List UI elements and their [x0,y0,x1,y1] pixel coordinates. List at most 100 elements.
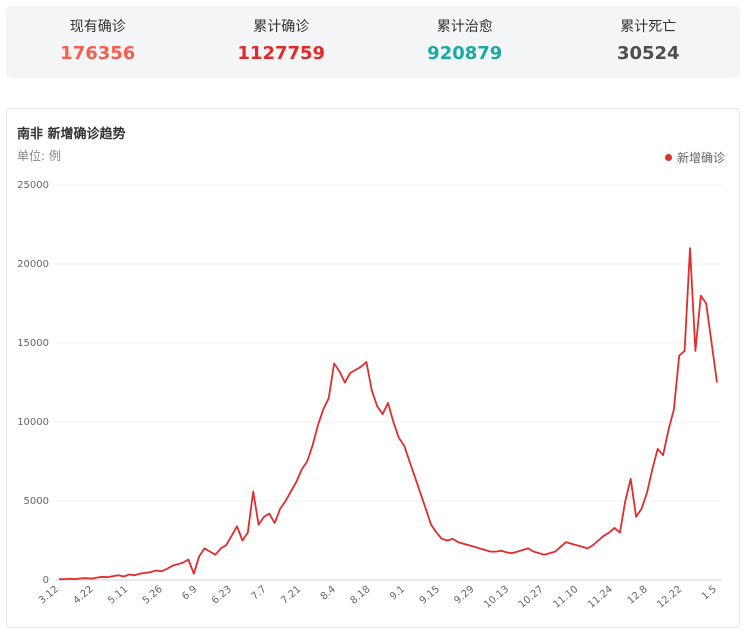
data-point[interactable] [666,428,670,432]
data-point[interactable] [656,447,660,451]
data-point[interactable] [159,569,163,573]
data-point[interactable] [391,420,395,424]
data-point[interactable] [348,371,352,375]
data-point[interactable] [213,553,217,557]
data-point[interactable] [138,572,142,576]
data-point[interactable] [289,490,293,494]
data-point[interactable] [397,436,401,440]
data-point[interactable] [73,577,77,581]
data-point[interactable] [537,551,541,555]
data-point[interactable] [645,491,649,495]
data-point[interactable] [521,548,525,552]
data-point[interactable] [381,412,385,416]
data-point[interactable] [257,523,261,527]
data-point[interactable] [586,546,590,550]
data-point[interactable] [337,369,341,373]
data-point[interactable] [699,294,703,298]
data-point[interactable] [176,562,180,566]
data-point[interactable] [505,550,509,554]
data-point[interactable] [413,475,417,479]
data-point[interactable] [149,570,153,574]
data-point[interactable] [84,576,88,580]
data-point[interactable] [715,381,719,385]
data-point[interactable] [192,572,196,576]
data-point[interactable] [208,550,212,554]
data-point[interactable] [402,444,406,448]
data-point[interactable] [639,507,643,511]
data-point[interactable] [89,577,93,581]
data-point[interactable] [294,480,298,484]
data-point[interactable] [629,477,633,481]
data-point[interactable] [634,515,638,519]
data-point[interactable] [526,546,530,550]
data-point[interactable] [515,550,519,554]
data-point[interactable] [57,577,61,581]
data-point[interactable] [693,349,697,353]
data-point[interactable] [95,576,99,580]
data-point[interactable] [370,388,374,392]
data-point[interactable] [467,543,471,547]
data-point[interactable] [488,550,492,554]
data-point[interactable] [607,531,611,535]
data-point[interactable] [704,302,708,306]
data-point[interactable] [154,569,158,573]
data-point[interactable] [305,460,309,464]
data-point[interactable] [602,534,606,538]
data-point[interactable] [375,404,379,408]
data-point[interactable] [661,453,665,457]
data-point[interactable] [240,539,244,543]
data-point[interactable] [683,349,687,353]
data-point[interactable] [143,571,147,575]
data-point[interactable] [451,537,455,541]
data-point[interactable] [499,549,503,553]
data-point[interactable] [456,540,460,544]
data-point[interactable] [618,531,622,535]
data-point[interactable] [310,444,314,448]
data-point[interactable] [472,545,476,549]
data-point[interactable] [343,381,347,385]
data-point[interactable] [68,577,72,581]
data-point[interactable] [122,575,126,579]
data-point[interactable] [623,499,627,503]
data-point[interactable] [186,557,190,561]
data-point[interactable] [613,526,617,530]
data-point[interactable] [327,396,331,400]
data-point[interactable] [106,575,110,579]
data-point[interactable] [575,543,579,547]
data-point[interactable] [548,551,552,555]
data-point[interactable] [181,561,185,565]
data-point[interactable] [100,575,104,579]
data-point[interactable] [203,546,207,550]
data-point[interactable] [424,507,428,511]
data-point[interactable] [564,540,568,544]
data-point[interactable] [429,523,433,527]
data-point[interactable] [445,539,449,543]
data-point[interactable] [559,545,563,549]
data-point[interactable] [316,423,320,427]
data-point[interactable] [251,490,255,494]
data-point[interactable] [127,572,131,576]
data-point[interactable] [111,574,115,578]
data-point[interactable] [418,491,422,495]
data-point[interactable] [542,553,546,557]
data-point[interactable] [116,573,120,577]
data-point[interactable] [262,515,266,519]
data-point[interactable] [408,460,412,464]
data-point[interactable] [591,543,595,547]
data-point[interactable] [494,550,498,554]
data-point[interactable] [246,531,250,535]
data-point[interactable] [510,551,514,555]
data-point[interactable] [321,407,325,411]
data-point[interactable] [677,354,681,358]
data-point[interactable] [532,550,536,554]
data-point[interactable] [165,567,169,571]
data-point[interactable] [133,573,137,577]
data-point[interactable] [710,341,714,345]
data-point[interactable] [553,550,557,554]
data-point[interactable] [569,542,573,546]
data-point[interactable] [364,360,368,364]
data-point[interactable] [650,467,654,471]
data-point[interactable] [197,554,201,558]
data-point[interactable] [79,576,83,580]
data-point[interactable] [300,467,304,471]
